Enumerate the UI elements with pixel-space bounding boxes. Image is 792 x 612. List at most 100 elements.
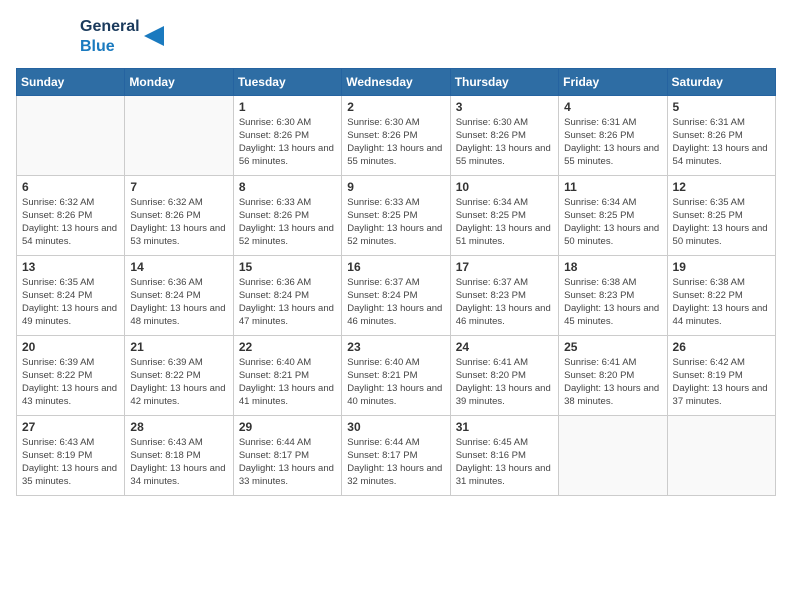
- calendar-cell: 17 Sunrise: 6:37 AM Sunset: 8:23 PM Dayli…: [450, 255, 558, 335]
- day-info: Sunrise: 6:36 AM Sunset: 8:24 PM Dayligh…: [239, 276, 336, 329]
- calendar-body: 1 Sunrise: 6:30 AM Sunset: 8:26 PM Daylig…: [17, 95, 776, 495]
- day-number: 18: [564, 260, 661, 274]
- calendar-cell: 11 Sunrise: 6:34 AM Sunset: 8:25 PM Dayli…: [559, 175, 667, 255]
- calendar-cell: 14 Sunrise: 6:36 AM Sunset: 8:24 PM Dayli…: [125, 255, 233, 335]
- logo-triangle-icon: [144, 26, 164, 46]
- calendar-cell: 1 Sunrise: 6:30 AM Sunset: 8:26 PM Daylig…: [233, 95, 341, 175]
- day-info: Sunrise: 6:43 AM Sunset: 8:19 PM Dayligh…: [22, 436, 119, 489]
- calendar-cell: 24Sunrise: 6:41 AM Sunset: 8:20 PM Dayli…: [450, 335, 558, 415]
- day-info: Sunrise: 6:31 AM Sunset: 8:26 PM Dayligh…: [564, 116, 661, 169]
- day-number: 9: [347, 180, 444, 194]
- day-info: Sunrise: 6:30 AM Sunset: 8:26 PM Dayligh…: [239, 116, 336, 169]
- day-number: 1: [239, 100, 336, 114]
- calendar-cell: 9 Sunrise: 6:33 AM Sunset: 8:25 PM Daylig…: [342, 175, 450, 255]
- day-info: Sunrise: 6:33 AM Sunset: 8:25 PM Dayligh…: [347, 196, 444, 249]
- day-info: Sunrise: 6:31 AM Sunset: 8:26 PM Dayligh…: [673, 116, 770, 169]
- day-info: Sunrise: 6:41 AM Sunset: 8:20 PM Dayligh…: [564, 356, 661, 409]
- calendar-week-4: 20 Sunrise: 6:39 AM Sunset: 8:22 PM Dayli…: [17, 335, 776, 415]
- calendar-cell: 13 Sunrise: 6:35 AM Sunset: 8:24 PM Dayli…: [17, 255, 125, 335]
- calendar-cell: 20 Sunrise: 6:39 AM Sunset: 8:22 PM Dayli…: [17, 335, 125, 415]
- weekday-header-wednesday: Wednesday: [342, 68, 450, 95]
- day-info: Sunrise: 6:44 AM Sunset: 8:17 PM Dayligh…: [239, 436, 336, 489]
- calendar-cell: 27 Sunrise: 6:43 AM Sunset: 8:19 PM Dayli…: [17, 415, 125, 495]
- day-info: Sunrise: 6:30 AM Sunset: 8:26 PM Dayligh…: [456, 116, 553, 169]
- calendar-cell: [667, 415, 775, 495]
- calendar-cell: [125, 95, 233, 175]
- calendar-cell: 6 Sunrise: 6:32 AM Sunset: 8:26 PM Daylig…: [17, 175, 125, 255]
- calendar-cell: 18 Sunrise: 6:38 AM Sunset: 8:23 PM Dayli…: [559, 255, 667, 335]
- day-number: 7: [130, 180, 227, 194]
- weekday-header-saturday: Saturday: [667, 68, 775, 95]
- day-number: 20: [22, 340, 119, 354]
- day-number: 2: [347, 100, 444, 114]
- weekday-header-friday: Friday: [559, 68, 667, 95]
- calendar-cell: 23 Sunrise: 6:40 AM Sunset: 8:21 PM Dayli…: [342, 335, 450, 415]
- logo-icon: [16, 18, 76, 54]
- day-info: Sunrise: 6:34 AM Sunset: 8:25 PM Dayligh…: [456, 196, 553, 249]
- day-number: 13: [22, 260, 119, 274]
- calendar-cell: [559, 415, 667, 495]
- day-number: 6: [22, 180, 119, 194]
- calendar-cell: 4 Sunrise: 6:31 AM Sunset: 8:26 PM Daylig…: [559, 95, 667, 175]
- day-info: Sunrise: 6:40 AM Sunset: 8:21 PM Dayligh…: [239, 356, 336, 409]
- day-number: 29: [239, 420, 336, 434]
- day-info: Sunrise: 6:36 AM Sunset: 8:24 PM Dayligh…: [130, 276, 227, 329]
- day-number: 27: [22, 420, 119, 434]
- day-info: Sunrise: 6:35 AM Sunset: 8:24 PM Dayligh…: [22, 276, 119, 329]
- calendar-week-2: 6 Sunrise: 6:32 AM Sunset: 8:26 PM Daylig…: [17, 175, 776, 255]
- day-number: 23: [347, 340, 444, 354]
- calendar-cell: 16 Sunrise: 6:37 AM Sunset: 8:24 PM Dayli…: [342, 255, 450, 335]
- day-info: Sunrise: 6:38 AM Sunset: 8:22 PM Dayligh…: [673, 276, 770, 329]
- day-info: Sunrise: 6:38 AM Sunset: 8:23 PM Dayligh…: [564, 276, 661, 329]
- day-number: 4: [564, 100, 661, 114]
- calendar-cell: 26Sunrise: 6:42 AM Sunset: 8:19 PM Dayli…: [667, 335, 775, 415]
- day-info: Sunrise: 6:34 AM Sunset: 8:25 PM Dayligh…: [564, 196, 661, 249]
- day-info: Sunrise: 6:39 AM Sunset: 8:22 PM Dayligh…: [22, 356, 119, 409]
- calendar-cell: 7 Sunrise: 6:32 AM Sunset: 8:26 PM Daylig…: [125, 175, 233, 255]
- day-number: 17: [456, 260, 553, 274]
- calendar-cell: 31 Sunrise: 6:45 AM Sunset: 8:16 PM Dayli…: [450, 415, 558, 495]
- day-info: Sunrise: 6:45 AM Sunset: 8:16 PM Dayligh…: [456, 436, 553, 489]
- calendar-cell: 8Sunrise: 6:33 AM Sunset: 8:26 PM Daylig…: [233, 175, 341, 255]
- day-number: 12: [673, 180, 770, 194]
- day-info: Sunrise: 6:37 AM Sunset: 8:23 PM Dayligh…: [456, 276, 553, 329]
- calendar-cell: 25Sunrise: 6:41 AM Sunset: 8:20 PM Dayli…: [559, 335, 667, 415]
- day-number: 28: [130, 420, 227, 434]
- day-info: Sunrise: 6:30 AM Sunset: 8:26 PM Dayligh…: [347, 116, 444, 169]
- calendar-cell: 12Sunrise: 6:35 AM Sunset: 8:25 PM Dayli…: [667, 175, 775, 255]
- day-number: 5: [673, 100, 770, 114]
- calendar-cell: 5 Sunrise: 6:31 AM Sunset: 8:26 PM Daylig…: [667, 95, 775, 175]
- weekday-header-tuesday: Tuesday: [233, 68, 341, 95]
- day-number: 11: [564, 180, 661, 194]
- day-number: 22: [239, 340, 336, 354]
- day-info: Sunrise: 6:42 AM Sunset: 8:19 PM Dayligh…: [673, 356, 770, 409]
- day-info: Sunrise: 6:43 AM Sunset: 8:18 PM Dayligh…: [130, 436, 227, 489]
- day-info: Sunrise: 6:39 AM Sunset: 8:22 PM Dayligh…: [130, 356, 227, 409]
- page-header: GeneralBlue: [16, 16, 776, 56]
- calendar-week-5: 27 Sunrise: 6:43 AM Sunset: 8:19 PM Dayli…: [17, 415, 776, 495]
- day-number: 15: [239, 260, 336, 274]
- weekday-header-sunday: Sunday: [17, 68, 125, 95]
- day-info: Sunrise: 6:32 AM Sunset: 8:26 PM Dayligh…: [130, 196, 227, 249]
- day-info: Sunrise: 6:44 AM Sunset: 8:17 PM Dayligh…: [347, 436, 444, 489]
- calendar-cell: 29 Sunrise: 6:44 AM Sunset: 8:17 PM Dayli…: [233, 415, 341, 495]
- day-number: 8: [239, 180, 336, 194]
- calendar-cell: 21 Sunrise: 6:39 AM Sunset: 8:22 PM Dayli…: [125, 335, 233, 415]
- day-number: 3: [456, 100, 553, 114]
- day-info: Sunrise: 6:32 AM Sunset: 8:26 PM Dayligh…: [22, 196, 119, 249]
- day-info: Sunrise: 6:37 AM Sunset: 8:24 PM Dayligh…: [347, 276, 444, 329]
- calendar-cell: 10Sunrise: 6:34 AM Sunset: 8:25 PM Dayli…: [450, 175, 558, 255]
- day-number: 16: [347, 260, 444, 274]
- calendar-table: SundayMondayTuesdayWednesdayThursdayFrid…: [16, 68, 776, 496]
- day-info: Sunrise: 6:40 AM Sunset: 8:21 PM Dayligh…: [347, 356, 444, 409]
- day-number: 19: [673, 260, 770, 274]
- day-number: 21: [130, 340, 227, 354]
- day-number: 30: [347, 420, 444, 434]
- day-number: 31: [456, 420, 553, 434]
- day-number: 14: [130, 260, 227, 274]
- calendar-week-1: 1 Sunrise: 6:30 AM Sunset: 8:26 PM Daylig…: [17, 95, 776, 175]
- calendar-cell: 22 Sunrise: 6:40 AM Sunset: 8:21 PM Dayli…: [233, 335, 341, 415]
- calendar-header: SundayMondayTuesdayWednesdayThursdayFrid…: [17, 68, 776, 95]
- calendar-cell: 15 Sunrise: 6:36 AM Sunset: 8:24 PM Dayli…: [233, 255, 341, 335]
- calendar-week-3: 13 Sunrise: 6:35 AM Sunset: 8:24 PM Dayli…: [17, 255, 776, 335]
